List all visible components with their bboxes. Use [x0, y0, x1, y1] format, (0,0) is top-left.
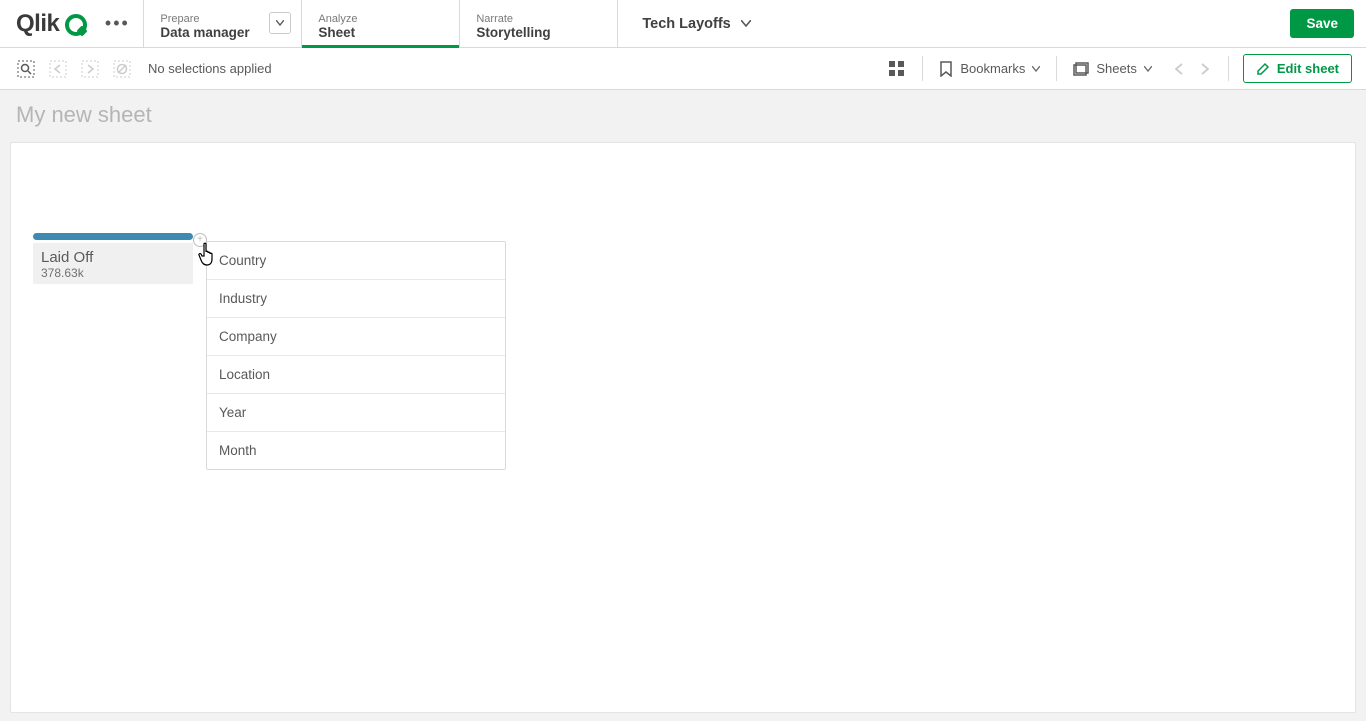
- brand-logo-text: Qlik: [16, 10, 59, 38]
- sheet-title: My new sheet: [0, 90, 1366, 136]
- topbar: Qlik ••• Prepare Data manager Analyze Sh…: [0, 0, 1366, 48]
- next-sheet-button[interactable]: [1192, 56, 1218, 82]
- bookmarks-label: Bookmarks: [960, 61, 1025, 76]
- save-button[interactable]: Save: [1290, 9, 1354, 38]
- insight-advisor-button[interactable]: [878, 48, 916, 89]
- app-title: Tech Layoffs: [642, 16, 730, 32]
- sheets-icon: [1073, 62, 1089, 76]
- toolsbar: No selections applied Bookmarks Sheets: [0, 48, 1366, 90]
- nav-small-analyze: Analyze: [318, 13, 443, 25]
- menu-item-industry[interactable]: Industry: [207, 280, 505, 318]
- selections-text: No selections applied: [148, 61, 272, 76]
- prev-sheet-button[interactable]: [1166, 56, 1192, 82]
- menu-item-location[interactable]: Location: [207, 356, 505, 394]
- brand-logo-icon: [65, 14, 87, 36]
- nav-tab-prepare[interactable]: Prepare Data manager: [143, 0, 301, 47]
- sheets-label: Sheets: [1096, 61, 1136, 76]
- menu-item-company[interactable]: Company: [207, 318, 505, 356]
- app-title-zone[interactable]: Tech Layoffs: [617, 0, 1278, 47]
- selection-icons: [6, 55, 142, 83]
- sheet-canvas[interactable]: Laid Off 378.63k + Country Industry Comp…: [10, 142, 1356, 713]
- chevron-down-icon: [1144, 66, 1152, 72]
- kpi-label: Laid Off: [41, 249, 185, 266]
- nav-small-prepare: Prepare: [160, 13, 285, 25]
- nav-tab-analyze[interactable]: Analyze Sheet: [301, 0, 459, 47]
- smart-search-icon[interactable]: [12, 55, 40, 83]
- add-dimension-icon[interactable]: +: [193, 233, 207, 247]
- kpi-object[interactable]: Laid Off 378.63k +: [33, 233, 193, 284]
- chevron-down-icon: [741, 20, 751, 27]
- brand-zone: Qlik •••: [0, 0, 143, 47]
- more-menu-icon[interactable]: •••: [105, 12, 129, 36]
- menu-item-month[interactable]: Month: [207, 432, 505, 469]
- chevron-down-icon[interactable]: [269, 12, 291, 34]
- sheet-nav-arrows: [1162, 56, 1222, 82]
- nav-small-narrate: Narrate: [476, 13, 601, 25]
- edit-sheet-label: Edit sheet: [1277, 61, 1339, 76]
- step-back-icon: [44, 55, 72, 83]
- insight-advisor-zone: [878, 48, 929, 89]
- bookmark-icon: [939, 61, 953, 77]
- kpi-value: 378.63k: [41, 266, 185, 280]
- sheets-button[interactable]: Sheets: [1063, 48, 1161, 89]
- chevron-down-icon: [1032, 66, 1040, 72]
- clear-selections-icon: [108, 55, 136, 83]
- pencil-icon: [1256, 62, 1270, 76]
- nav-tab-narrate[interactable]: Narrate Storytelling: [459, 0, 617, 47]
- nav-big-analyze: Sheet: [318, 25, 443, 40]
- nav-big-narrate: Storytelling: [476, 25, 601, 40]
- step-forward-icon: [76, 55, 104, 83]
- edit-sheet-button[interactable]: Edit sheet: [1243, 54, 1352, 83]
- nav-big-prepare: Data manager: [160, 25, 285, 40]
- menu-item-year[interactable]: Year: [207, 394, 505, 432]
- grid-icon: [888, 60, 906, 78]
- kpi-body: Laid Off 378.63k: [33, 243, 193, 284]
- dimension-menu: Country Industry Company Location Year M…: [206, 241, 506, 470]
- save-zone: Save: [1278, 0, 1366, 47]
- menu-item-country[interactable]: Country: [207, 242, 505, 280]
- kpi-bar: [33, 233, 193, 240]
- bookmarks-button[interactable]: Bookmarks: [929, 48, 1050, 89]
